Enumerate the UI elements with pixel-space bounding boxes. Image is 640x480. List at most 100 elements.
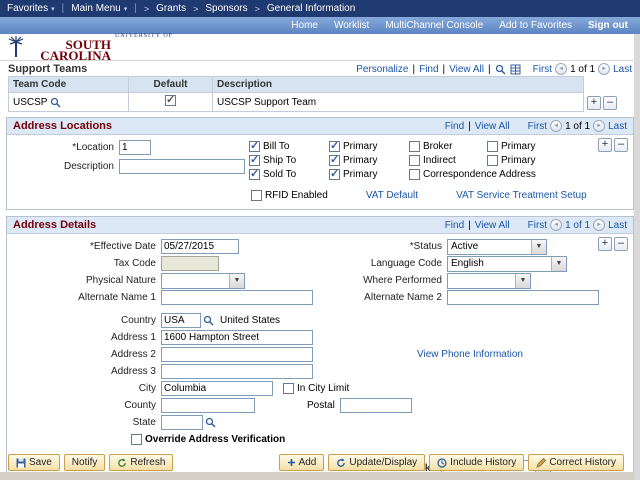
view-phone-information-link[interactable]: View Phone Information <box>417 349 523 360</box>
previous-row-icon[interactable]: ◄ <box>555 63 568 75</box>
separator: | <box>412 63 416 75</box>
update-display-button[interactable]: Update/Display <box>328 454 426 471</box>
broker-checkbox[interactable] <box>409 141 420 152</box>
personalize-link[interactable]: Personalize <box>356 64 408 75</box>
breadcrumb-bar: Favorites ▾ | Main Menu ▾ | > Grants > S… <box>0 0 640 17</box>
add-to-favorites-link[interactable]: Add to Favorites <box>499 20 572 31</box>
delete-row-button[interactable]: – <box>603 96 617 110</box>
first-link[interactable]: First <box>533 64 552 75</box>
save-button[interactable]: Save <box>8 454 60 471</box>
include-history-button[interactable]: Include History <box>429 454 525 471</box>
county-label: County <box>124 400 156 411</box>
in-city-limit-checkbox[interactable] <box>283 383 294 394</box>
logo-band: UNIVERSITY OF SOUTH CAROLINA <box>0 33 640 63</box>
find-link[interactable]: Find <box>419 64 438 75</box>
alternate-name1-label: Alternate Name 1 <box>78 292 156 303</box>
country-input[interactable] <box>161 313 201 328</box>
status-select[interactable]: Active ▼ <box>447 238 547 255</box>
add-location-button[interactable]: + <box>598 138 612 152</box>
first-link[interactable]: First <box>528 220 547 231</box>
broker-label: Broker <box>423 141 453 152</box>
view-all-link[interactable]: View All <box>475 220 510 231</box>
override-address-verification-checkbox[interactable] <box>131 434 142 445</box>
breadcrumb-sponsors[interactable]: Sponsors <box>205 3 247 14</box>
next-row-icon[interactable]: ► <box>598 63 611 75</box>
delete-location-button[interactable]: – <box>614 138 628 152</box>
worklist-link[interactable]: Worklist <box>334 20 369 31</box>
country-lookup-icon[interactable] <box>203 315 214 326</box>
notify-button[interactable]: Notify <box>63 454 106 471</box>
default-checkbox[interactable] <box>165 93 176 106</box>
address2-input[interactable] <box>161 347 313 362</box>
alternate-name1-input[interactable] <box>161 290 313 305</box>
next-row-icon[interactable]: ► <box>593 120 606 132</box>
location-label: *Location <box>72 142 114 153</box>
correct-history-button[interactable]: Correct History <box>528 454 624 471</box>
physical-nature-select[interactable]: ▼ <box>161 272 245 289</box>
language-code-value: English <box>451 258 484 269</box>
vat-default-link[interactable]: VAT Default <box>366 190 418 201</box>
scrollbar-track[interactable] <box>634 34 640 480</box>
indirect-primary-checkbox[interactable] <box>487 155 498 166</box>
find-link[interactable]: Find <box>445 121 464 132</box>
bottom-toolbar: Save Notify Refresh Add Update/Display I… <box>0 454 632 471</box>
view-all-link[interactable]: View All <box>449 64 484 75</box>
main-menu[interactable]: Main Menu ▾ <box>71 3 127 14</box>
add-button[interactable]: Add <box>278 454 325 471</box>
first-link[interactable]: First <box>528 121 547 132</box>
status-strip <box>0 472 640 480</box>
state-input[interactable] <box>161 415 203 430</box>
where-performed-select[interactable]: ▼ <box>447 272 531 289</box>
breadcrumb-general-information[interactable]: General Information <box>267 3 355 14</box>
delete-address-row-button[interactable]: – <box>614 237 628 251</box>
next-row-icon[interactable]: ► <box>593 219 606 231</box>
city-input[interactable] <box>161 381 273 396</box>
add-address-row-button[interactable]: + <box>598 237 612 251</box>
location-input[interactable] <box>119 140 151 155</box>
rfid-enabled-checkbox[interactable] <box>251 190 262 201</box>
county-input[interactable] <box>161 398 255 413</box>
ship-primary-checkbox[interactable] <box>329 153 340 166</box>
previous-row-icon[interactable]: ◄ <box>550 219 563 231</box>
home-link[interactable]: Home <box>291 20 318 31</box>
team-description-value: USCSP Support Team <box>212 92 584 112</box>
find-link[interactable]: Find <box>445 220 464 231</box>
multichannel-console-link[interactable]: MultiChannel Console <box>385 20 483 31</box>
correspondence-address-checkbox[interactable] <box>409 169 420 180</box>
bill-primary-checkbox[interactable] <box>329 139 340 152</box>
breadcrumb-grants[interactable]: Grants <box>156 3 186 14</box>
sign-out-link[interactable]: Sign out <box>588 20 628 31</box>
effective-date-input[interactable] <box>161 239 239 254</box>
chevron-down-icon: ▼ <box>229 273 244 288</box>
refresh-icon <box>118 457 127 467</box>
favorites-menu[interactable]: Favorites ▾ <box>7 3 55 14</box>
refresh-button[interactable]: Refresh <box>109 454 174 471</box>
sold-to-checkbox[interactable] <box>249 167 260 180</box>
description-input[interactable] <box>119 159 245 174</box>
view-all-link[interactable]: View All <box>475 121 510 132</box>
logo-line2: SOUTH CAROLINA <box>40 37 111 63</box>
sold-primary-checkbox[interactable] <box>329 167 340 180</box>
language-code-select[interactable]: English ▼ <box>447 255 567 272</box>
vat-service-treatment-setup-link[interactable]: VAT Service Treatment Setup <box>456 190 587 201</box>
team-code-lookup-icon[interactable] <box>50 97 61 108</box>
zoom-grid-icon[interactable] <box>495 64 506 75</box>
indirect-checkbox[interactable] <box>409 155 420 166</box>
description-label: Description <box>63 161 114 172</box>
last-link[interactable]: Last <box>608 220 627 231</box>
support-teams-title: Support Teams <box>8 63 88 75</box>
state-lookup-icon[interactable] <box>205 417 216 428</box>
download-grid-icon[interactable] <box>510 64 521 75</box>
alternate-name2-input[interactable] <box>447 290 599 305</box>
postal-input[interactable] <box>339 398 412 413</box>
add-row-button[interactable]: + <box>587 96 601 110</box>
previous-row-icon[interactable]: ◄ <box>550 120 563 132</box>
address3-input[interactable] <box>161 364 313 379</box>
bill-to-checkbox[interactable] <box>249 139 260 152</box>
address1-input[interactable] <box>161 330 313 345</box>
broker-primary-checkbox[interactable] <box>487 141 498 152</box>
last-link[interactable]: Last <box>608 121 627 132</box>
ship-to-checkbox[interactable] <box>249 153 260 166</box>
last-link[interactable]: Last <box>613 64 632 75</box>
effective-date-label: *Effective Date <box>90 241 156 252</box>
